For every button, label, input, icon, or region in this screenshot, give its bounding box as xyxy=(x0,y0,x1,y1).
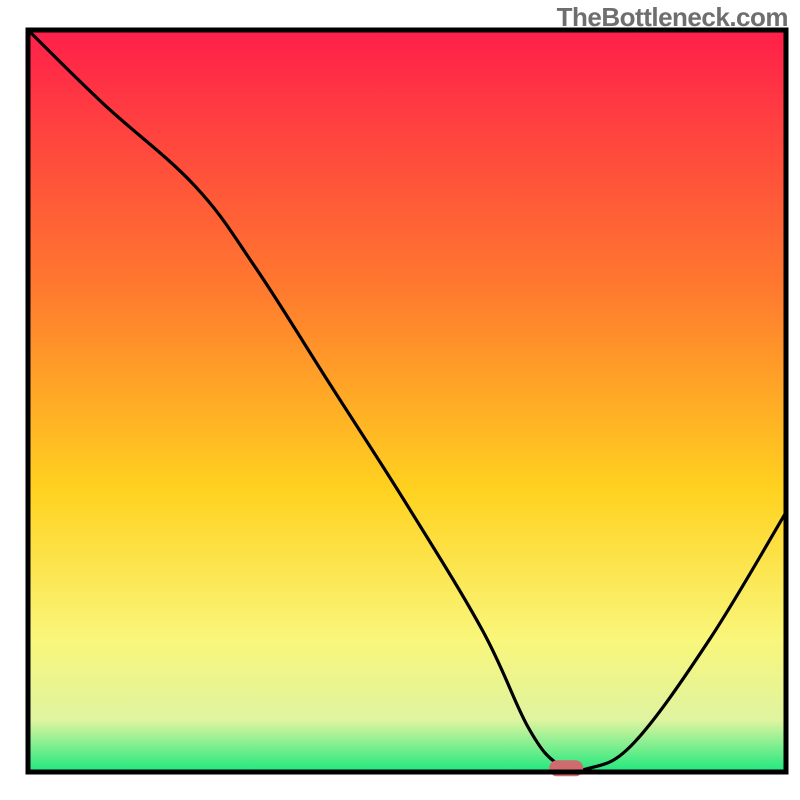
watermark-text: TheBottleneck.com xyxy=(557,2,788,33)
bottleneck-chart: TheBottleneck.com xyxy=(0,0,800,800)
plot-svg xyxy=(0,0,800,800)
gradient-background xyxy=(28,30,786,772)
